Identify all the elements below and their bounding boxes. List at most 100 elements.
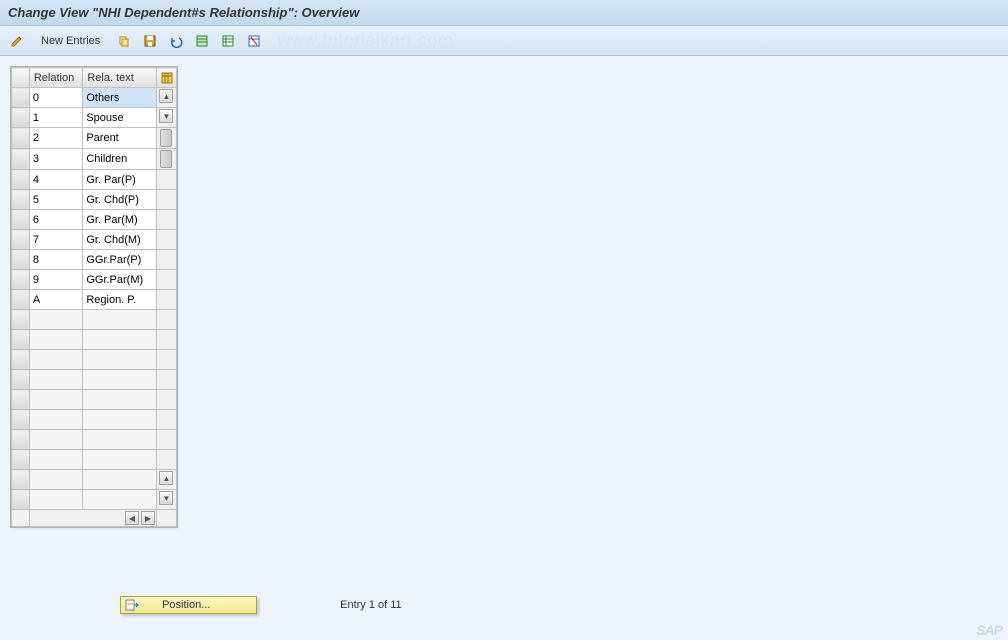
relation-cell[interactable] <box>30 170 83 189</box>
vscroll-track[interactable] <box>156 370 176 390</box>
row-selector[interactable] <box>12 290 30 310</box>
row-selector[interactable] <box>12 250 30 270</box>
row-selector[interactable] <box>12 108 30 128</box>
row-selector[interactable] <box>12 370 30 390</box>
row-selector[interactable] <box>12 310 30 330</box>
relatext-cell[interactable] <box>83 250 156 269</box>
relation-cell[interactable] <box>30 410 83 429</box>
vscroll-up-button-bottom[interactable]: ▲ <box>159 471 173 485</box>
row-selector[interactable] <box>12 149 30 170</box>
vscroll-track[interactable] <box>156 290 176 310</box>
relatext-cell[interactable] <box>83 450 156 469</box>
position-button[interactable]: Position... <box>120 596 257 614</box>
relatext-cell[interactable] <box>83 370 156 389</box>
row-selector[interactable] <box>12 390 30 410</box>
relatext-cell[interactable] <box>83 490 156 509</box>
vscroll-track[interactable] <box>156 250 176 270</box>
vscroll-down-button-bottom[interactable]: ▼ <box>159 491 173 505</box>
relatext-cell[interactable] <box>83 88 156 107</box>
relatext-cell[interactable] <box>83 390 156 409</box>
relatext-cell[interactable] <box>83 350 156 369</box>
relation-cell[interactable] <box>30 108 83 127</box>
vscroll-track[interactable] <box>156 330 176 350</box>
relation-cell[interactable] <box>30 310 83 329</box>
save-button[interactable] <box>139 30 161 52</box>
relation-cell[interactable] <box>30 450 83 469</box>
vscroll-track[interactable] <box>156 310 176 330</box>
column-config-button[interactable] <box>156 68 176 88</box>
relatext-cell[interactable] <box>83 330 156 349</box>
relation-cell[interactable] <box>30 390 83 409</box>
relation-cell[interactable] <box>30 190 83 209</box>
relatext-cell[interactable] <box>83 190 156 209</box>
vscroll-thumb[interactable] <box>160 129 172 147</box>
relatext-cell[interactable] <box>83 410 156 429</box>
vscroll-track[interactable] <box>156 190 176 210</box>
vscroll-track[interactable]: ▲ <box>156 88 176 108</box>
vscroll-track[interactable] <box>156 230 176 250</box>
row-selector[interactable] <box>12 128 30 149</box>
relation-cell[interactable] <box>30 128 83 148</box>
row-selector-header[interactable] <box>12 68 30 88</box>
copy-button[interactable] <box>113 30 135 52</box>
vscroll-track[interactable] <box>156 270 176 290</box>
relation-cell[interactable] <box>30 490 83 509</box>
row-selector[interactable] <box>12 210 30 230</box>
row-selector[interactable] <box>12 170 30 190</box>
hscroll-left-button[interactable]: ◀ <box>125 511 139 525</box>
row-selector[interactable] <box>12 410 30 430</box>
vscroll-track[interactable]: ▼ <box>156 490 176 510</box>
relatext-cell[interactable] <box>83 430 156 449</box>
relatext-cell[interactable] <box>83 230 156 249</box>
row-selector[interactable] <box>12 330 30 350</box>
vscroll-track[interactable]: ▼ <box>156 108 176 128</box>
row-selector[interactable] <box>12 270 30 290</box>
toggle-edit-button[interactable] <box>6 30 28 52</box>
relation-cell[interactable] <box>30 149 83 169</box>
hscroll-right-button[interactable]: ▶ <box>141 511 155 525</box>
column-header-relation[interactable]: Relation <box>29 68 83 88</box>
row-selector[interactable] <box>12 88 30 108</box>
vscroll-track[interactable] <box>156 430 176 450</box>
relation-cell[interactable] <box>30 430 83 449</box>
relatext-cell[interactable] <box>83 310 156 329</box>
relation-cell[interactable] <box>30 350 83 369</box>
deselect-all-button[interactable] <box>217 30 239 52</box>
row-selector[interactable] <box>12 430 30 450</box>
vscroll-track[interactable]: ▲ <box>156 470 176 490</box>
relation-cell[interactable] <box>30 330 83 349</box>
relation-cell[interactable] <box>30 270 83 289</box>
row-selector[interactable] <box>12 350 30 370</box>
delete-button[interactable] <box>243 30 265 52</box>
relatext-cell[interactable] <box>83 470 156 489</box>
select-all-button[interactable] <box>191 30 213 52</box>
relation-cell[interactable] <box>30 210 83 229</box>
column-header-relatext[interactable]: Rela. text <box>83 68 157 88</box>
relatext-cell[interactable] <box>83 149 156 169</box>
relatext-cell[interactable] <box>83 108 156 127</box>
row-selector[interactable] <box>12 230 30 250</box>
row-selector[interactable] <box>12 490 30 510</box>
relation-cell[interactable] <box>30 250 83 269</box>
relation-cell[interactable] <box>30 88 83 107</box>
row-selector[interactable] <box>12 190 30 210</box>
vscroll-track[interactable] <box>156 350 176 370</box>
relatext-cell[interactable] <box>83 270 156 289</box>
vscroll-thumb[interactable] <box>160 150 172 168</box>
new-entries-button[interactable]: New Entries <box>32 31 109 51</box>
vscroll-track[interactable] <box>156 149 176 170</box>
relation-cell[interactable] <box>30 370 83 389</box>
relatext-cell[interactable] <box>83 128 156 148</box>
vscroll-track[interactable] <box>156 410 176 430</box>
vscroll-track[interactable] <box>156 390 176 410</box>
vscroll-down-button[interactable]: ▼ <box>159 109 173 123</box>
row-selector[interactable] <box>12 470 30 490</box>
vscroll-track[interactable] <box>156 170 176 190</box>
row-selector[interactable] <box>12 450 30 470</box>
vscroll-track[interactable] <box>156 128 176 149</box>
vscroll-up-button[interactable]: ▲ <box>159 89 173 103</box>
relatext-cell[interactable] <box>83 210 156 229</box>
relatext-cell[interactable] <box>83 170 156 189</box>
relation-cell[interactable] <box>30 230 83 249</box>
relatext-cell[interactable] <box>83 290 156 309</box>
